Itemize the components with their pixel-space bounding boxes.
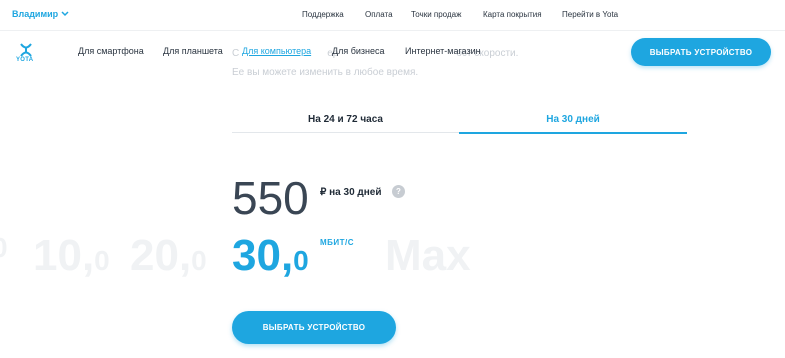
nav-online-shop[interactable]: Интернет-магазин xyxy=(405,46,481,56)
price-unit: ₽ на 30 дней xyxy=(320,187,382,198)
link-payment[interactable]: Оплата xyxy=(365,10,393,19)
choose-device-button[interactable]: ВЫБРАТЬ УСТРОЙСТВО xyxy=(232,311,396,344)
main-nav: Для смартфона Для планшета Для компьютер… xyxy=(0,46,560,60)
nav-computer[interactable]: Для компьютера xyxy=(242,46,311,56)
nav-tablet[interactable]: Для планшета xyxy=(163,46,223,56)
link-sales-points[interactable]: Точки продаж xyxy=(411,10,461,19)
speed-unit: МБИТ/С xyxy=(320,238,355,247)
top-bar: Владимир Поддержка Оплата Точки продаж К… xyxy=(0,0,785,31)
nav-smartphone[interactable]: Для смартфона xyxy=(78,46,144,56)
speed-option[interactable]: 0 xyxy=(0,234,8,262)
description-line-2: Ее вы можете изменить в любое время. xyxy=(232,67,419,78)
choose-device-button-top[interactable]: ВЫБРАТЬ УСТРОЙСТВО xyxy=(631,38,771,66)
period-tabs: На 24 и 72 часа На 30 дней xyxy=(232,106,687,134)
tab-24-72-hours[interactable]: На 24 и 72 часа xyxy=(232,106,459,133)
speed-option-selected[interactable]: 30,0 xyxy=(232,234,309,278)
speed-option[interactable]: 20,0 xyxy=(130,234,207,278)
price-value: 550 xyxy=(232,172,309,224)
nav-business[interactable]: Для бизнеса xyxy=(332,46,385,56)
speed-option[interactable]: Max xyxy=(385,234,471,278)
speed-option[interactable]: 10,0 xyxy=(33,234,110,278)
link-coverage-map[interactable]: Карта покрытия xyxy=(483,10,542,19)
link-support[interactable]: Поддержка xyxy=(302,10,344,19)
help-icon[interactable]: ? xyxy=(392,185,405,198)
link-go-to-yota[interactable]: Перейти в Yota xyxy=(562,10,618,19)
tab-30-days[interactable]: На 30 дней xyxy=(459,106,687,134)
